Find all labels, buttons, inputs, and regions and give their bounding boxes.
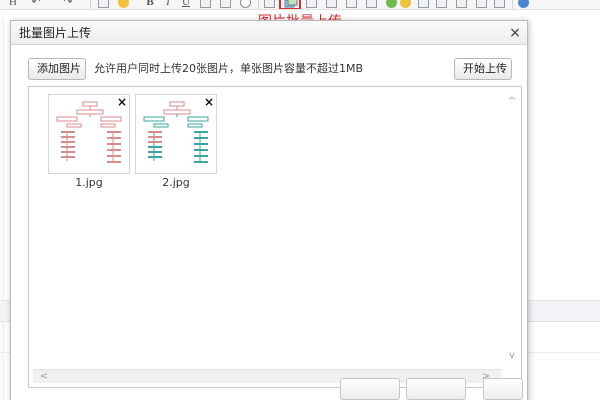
underline-button[interactable]: U [180,0,192,9]
editor-left-edge [0,18,4,400]
scroll-left-icon[interactable]: < [37,370,51,384]
emoticon-icon[interactable] [386,0,397,8]
file-thumbnail[interactable]: × [135,94,217,174]
anchor-icon[interactable] [456,0,467,8]
images-icon [284,0,298,8]
video-icon[interactable] [306,0,317,8]
help-icon[interactable] [518,0,529,8]
scroll-down-icon[interactable]: v [505,349,519,363]
dialog-header: 批量图片上传 × [11,21,527,45]
table-icon[interactable] [346,0,357,8]
attachment-icon[interactable] [326,0,337,8]
remove-file-icon[interactable]: × [203,96,215,108]
image-icon[interactable] [264,0,275,8]
bold-button[interactable]: B [144,0,156,9]
file-name: 1.jpg [75,176,103,189]
page-break-icon[interactable] [436,0,447,8]
remove-file-icon[interactable]: × [116,96,128,108]
flowchart-preview-image [143,101,209,163]
dialog-footer-button[interactable] [483,378,523,400]
template-icon[interactable] [418,0,429,8]
map-icon[interactable] [366,0,377,8]
smiley-icon[interactable] [400,0,411,8]
link-icon[interactable] [476,0,487,8]
dialog-footer-button[interactable] [340,378,400,400]
flowchart-preview-image [56,101,122,163]
scroll-up-icon[interactable]: ^ [505,95,519,109]
file-thumbnail[interactable]: × [48,94,130,174]
editor-toolbar: H ↶ ↷ B I U [0,0,600,10]
close-icon[interactable]: × [507,24,523,42]
redo-button[interactable]: ↷ [62,0,74,9]
dialog-footer-button[interactable] [406,378,466,400]
upload-limit-hint: 允许用户同时上传20张图片，单张图片容量不超过1MB [94,62,364,75]
file-name: 2.jpg [162,176,190,189]
strikethrough-icon[interactable] [200,0,211,8]
add-images-button[interactable]: 添加图片 [28,58,86,80]
format-painter-icon[interactable] [240,0,251,8]
batch-upload-dialog: 批量图片上传 × 添加图片 允许用户同时上传20张图片，单张图片容量不超过1MB… [10,20,528,400]
batch-image-upload-button[interactable] [279,0,301,9]
undo-button[interactable]: ↶ [30,0,42,9]
italic-button[interactable]: I [162,0,174,9]
font-color-icon[interactable] [98,0,109,8]
clear-format-icon[interactable] [220,0,231,8]
start-upload-button[interactable]: 开始上传 [454,58,512,80]
unlink-icon[interactable] [494,0,505,8]
dialog-title: 批量图片上传 [19,26,92,40]
vertical-scrollbar[interactable]: ^ v [505,91,519,363]
heading-button[interactable]: H [6,0,20,9]
file-list-area: × 1.jpg × 2.jpg ^ v < > [28,86,522,388]
highlight-color-icon[interactable] [118,0,129,8]
